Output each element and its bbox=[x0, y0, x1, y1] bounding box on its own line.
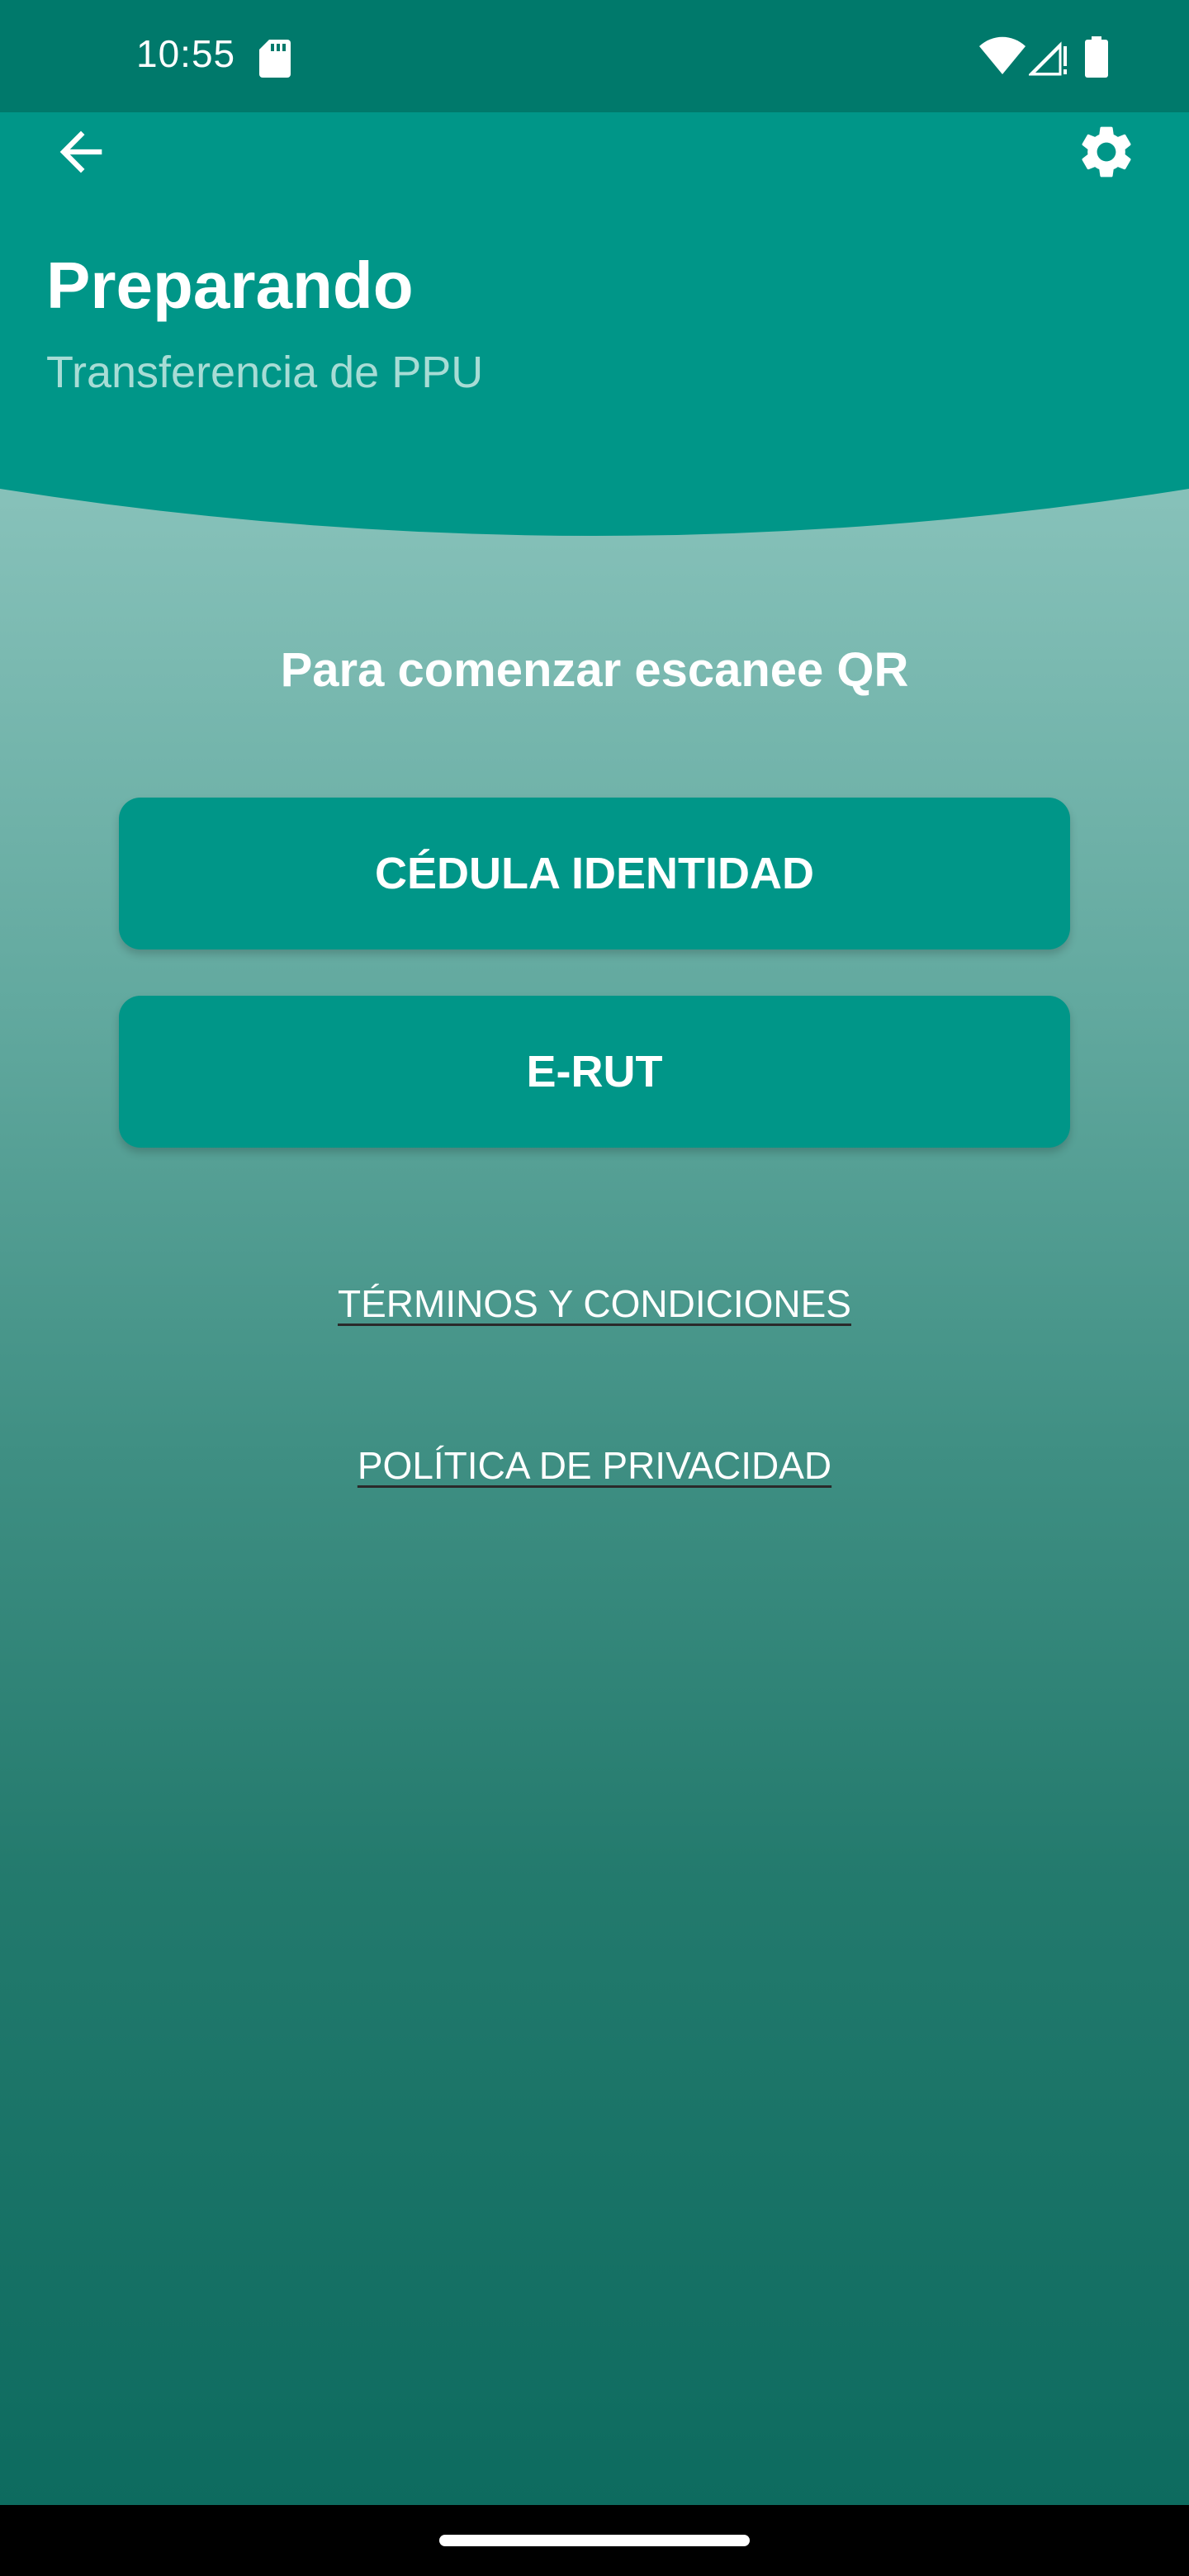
status-bar: 10:55 bbox=[0, 0, 1189, 112]
cedula-identidad-button-label: CÉDULA IDENTIDAD bbox=[375, 849, 814, 898]
terms-link-label: TÉRMINOS Y CONDICIONES bbox=[338, 1282, 851, 1325]
wifi-icon bbox=[979, 36, 1026, 74]
back-arrow-icon[interactable] bbox=[50, 121, 112, 183]
terms-and-conditions-link[interactable]: TÉRMINOS Y CONDICIONES bbox=[0, 1281, 1189, 1326]
home-gesture-handle[interactable] bbox=[439, 2535, 750, 2546]
header-banner bbox=[0, 112, 1189, 542]
e-rut-button-label: E-RUT bbox=[526, 1047, 663, 1096]
signal-icon bbox=[1029, 41, 1067, 76]
privacy-link-label: POLÍTICA DE PRIVACIDAD bbox=[357, 1444, 832, 1487]
app-screen: 10:55 Preparando Transferencia de PPU Pa… bbox=[0, 0, 1189, 2505]
status-time: 10:55 bbox=[136, 32, 236, 75]
e-rut-button[interactable]: E-RUT bbox=[119, 996, 1070, 1148]
battery-icon bbox=[1085, 36, 1108, 78]
cedula-identidad-button[interactable]: CÉDULA IDENTIDAD bbox=[119, 798, 1070, 949]
gear-icon[interactable] bbox=[1075, 121, 1138, 183]
page-subtitle: Transferencia de PPU bbox=[46, 348, 484, 397]
scan-qr-heading: Para comenzar escanee QR bbox=[280, 643, 909, 697]
sd-card-icon bbox=[259, 40, 291, 78]
page-title: Preparando bbox=[46, 249, 414, 322]
privacy-policy-link[interactable]: POLÍTICA DE PRIVACIDAD bbox=[0, 1443, 1189, 1488]
system-navigation-bar bbox=[0, 2505, 1189, 2576]
